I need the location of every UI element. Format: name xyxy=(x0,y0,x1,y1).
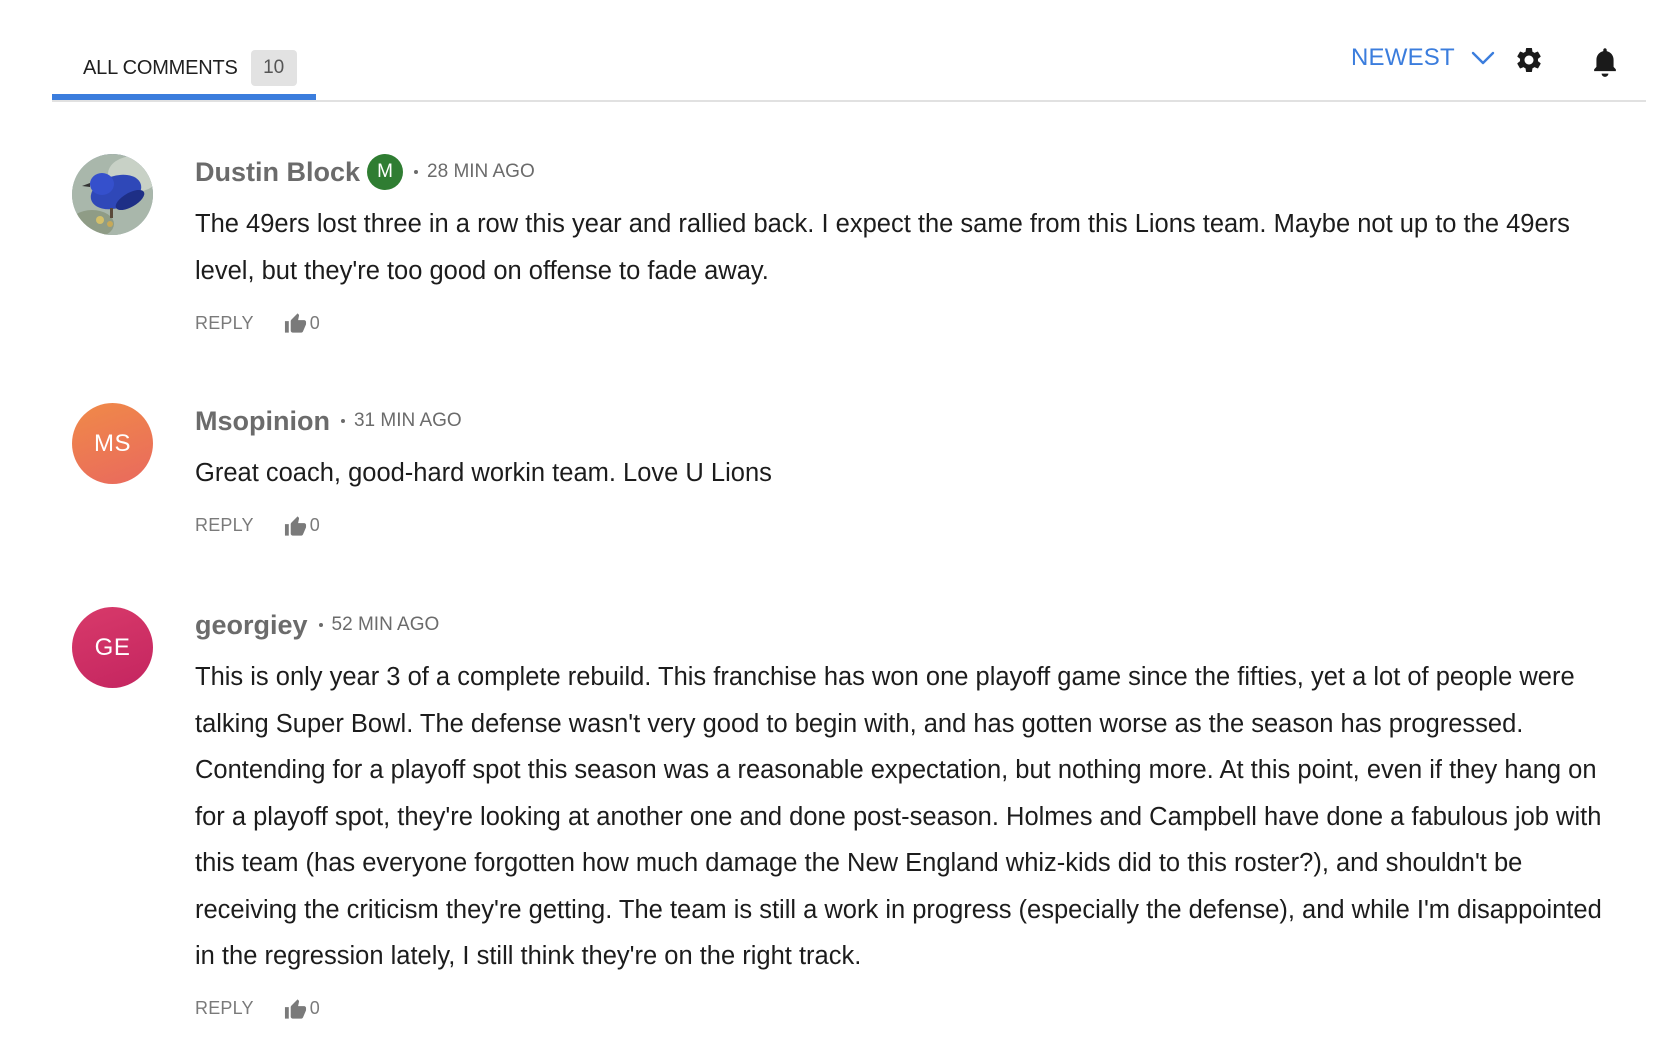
avatar[interactable]: MS xyxy=(72,403,153,484)
like-button[interactable]: 0 xyxy=(284,998,320,1020)
comments-page: ALL COMMENTS 10 NEWEST Dustin Block M 28… xyxy=(0,0,1678,1040)
comment-author[interactable]: georgiey xyxy=(195,610,308,641)
moderator-badge: M xyxy=(367,154,404,190)
chevron-down-icon xyxy=(1471,51,1495,65)
separator-dot xyxy=(340,419,345,423)
comment-author[interactable]: Msopinion xyxy=(195,406,330,437)
sort-dropdown[interactable]: NEWEST xyxy=(1351,44,1495,72)
comment-body: Msopinion 31 MIN AGO Great coach, good-h… xyxy=(195,403,1615,541)
comment-body: georgiey 52 MIN AGO This is only year 3 … xyxy=(195,607,1615,1024)
comments-header: ALL COMMENTS 10 NEWEST xyxy=(52,0,1646,102)
thumbs-up-icon xyxy=(284,313,306,333)
comment-text: Great coach, good-hard workin team. Love… xyxy=(195,459,772,487)
comment-text: This is only year 3 of a complete rebuil… xyxy=(195,663,1602,970)
comment-text: The 49ers lost three in a row this year … xyxy=(195,210,1570,285)
like-count: 0 xyxy=(309,998,320,1018)
comment-meta: georgiey 52 MIN AGO xyxy=(195,605,1615,645)
avatar[interactable] xyxy=(72,154,153,235)
reply-button[interactable]: REPLY xyxy=(195,998,254,1019)
tab-all-comments-label: ALL COMMENTS xyxy=(83,57,238,79)
comment-actions: REPLY 0 xyxy=(195,511,1615,541)
like-button[interactable]: 0 xyxy=(284,515,320,537)
reply-button[interactable]: REPLY xyxy=(195,515,254,536)
bell-icon[interactable] xyxy=(1591,46,1619,78)
separator-dot xyxy=(318,623,323,627)
gear-icon[interactable] xyxy=(1514,45,1544,75)
comment-timestamp: 31 MIN AGO xyxy=(353,410,462,431)
like-count: 0 xyxy=(309,312,320,333)
comment-actions: REPLY 0 xyxy=(195,308,1615,338)
like-button[interactable]: 0 xyxy=(284,312,320,334)
tab-all-comments[interactable]: ALL COMMENTS 10 xyxy=(52,48,316,100)
thumbs-up-icon xyxy=(284,515,306,536)
comment-actions: REPLY 0 xyxy=(195,994,1615,1024)
comment-meta: Msopinion 31 MIN AGO xyxy=(195,401,1615,441)
like-count: 0 xyxy=(309,515,320,535)
comment-count-badge: 10 xyxy=(250,50,297,86)
avatar[interactable]: GE xyxy=(72,607,153,688)
separator-dot xyxy=(414,170,419,174)
sort-label: NEWEST xyxy=(1351,44,1455,71)
comment-body: Dustin Block M 28 MIN AGO The 49ers lost… xyxy=(195,154,1615,338)
thumbs-up-icon xyxy=(284,998,306,1019)
comment-author[interactable]: Dustin Block xyxy=(195,157,360,188)
reply-button[interactable]: REPLY xyxy=(195,313,254,334)
comment-timestamp: 52 MIN AGO xyxy=(331,614,440,635)
bird-photo-icon xyxy=(72,154,153,235)
comment-timestamp: 28 MIN AGO xyxy=(427,161,535,182)
comment-meta: Dustin Block M 28 MIN AGO xyxy=(195,152,1615,192)
